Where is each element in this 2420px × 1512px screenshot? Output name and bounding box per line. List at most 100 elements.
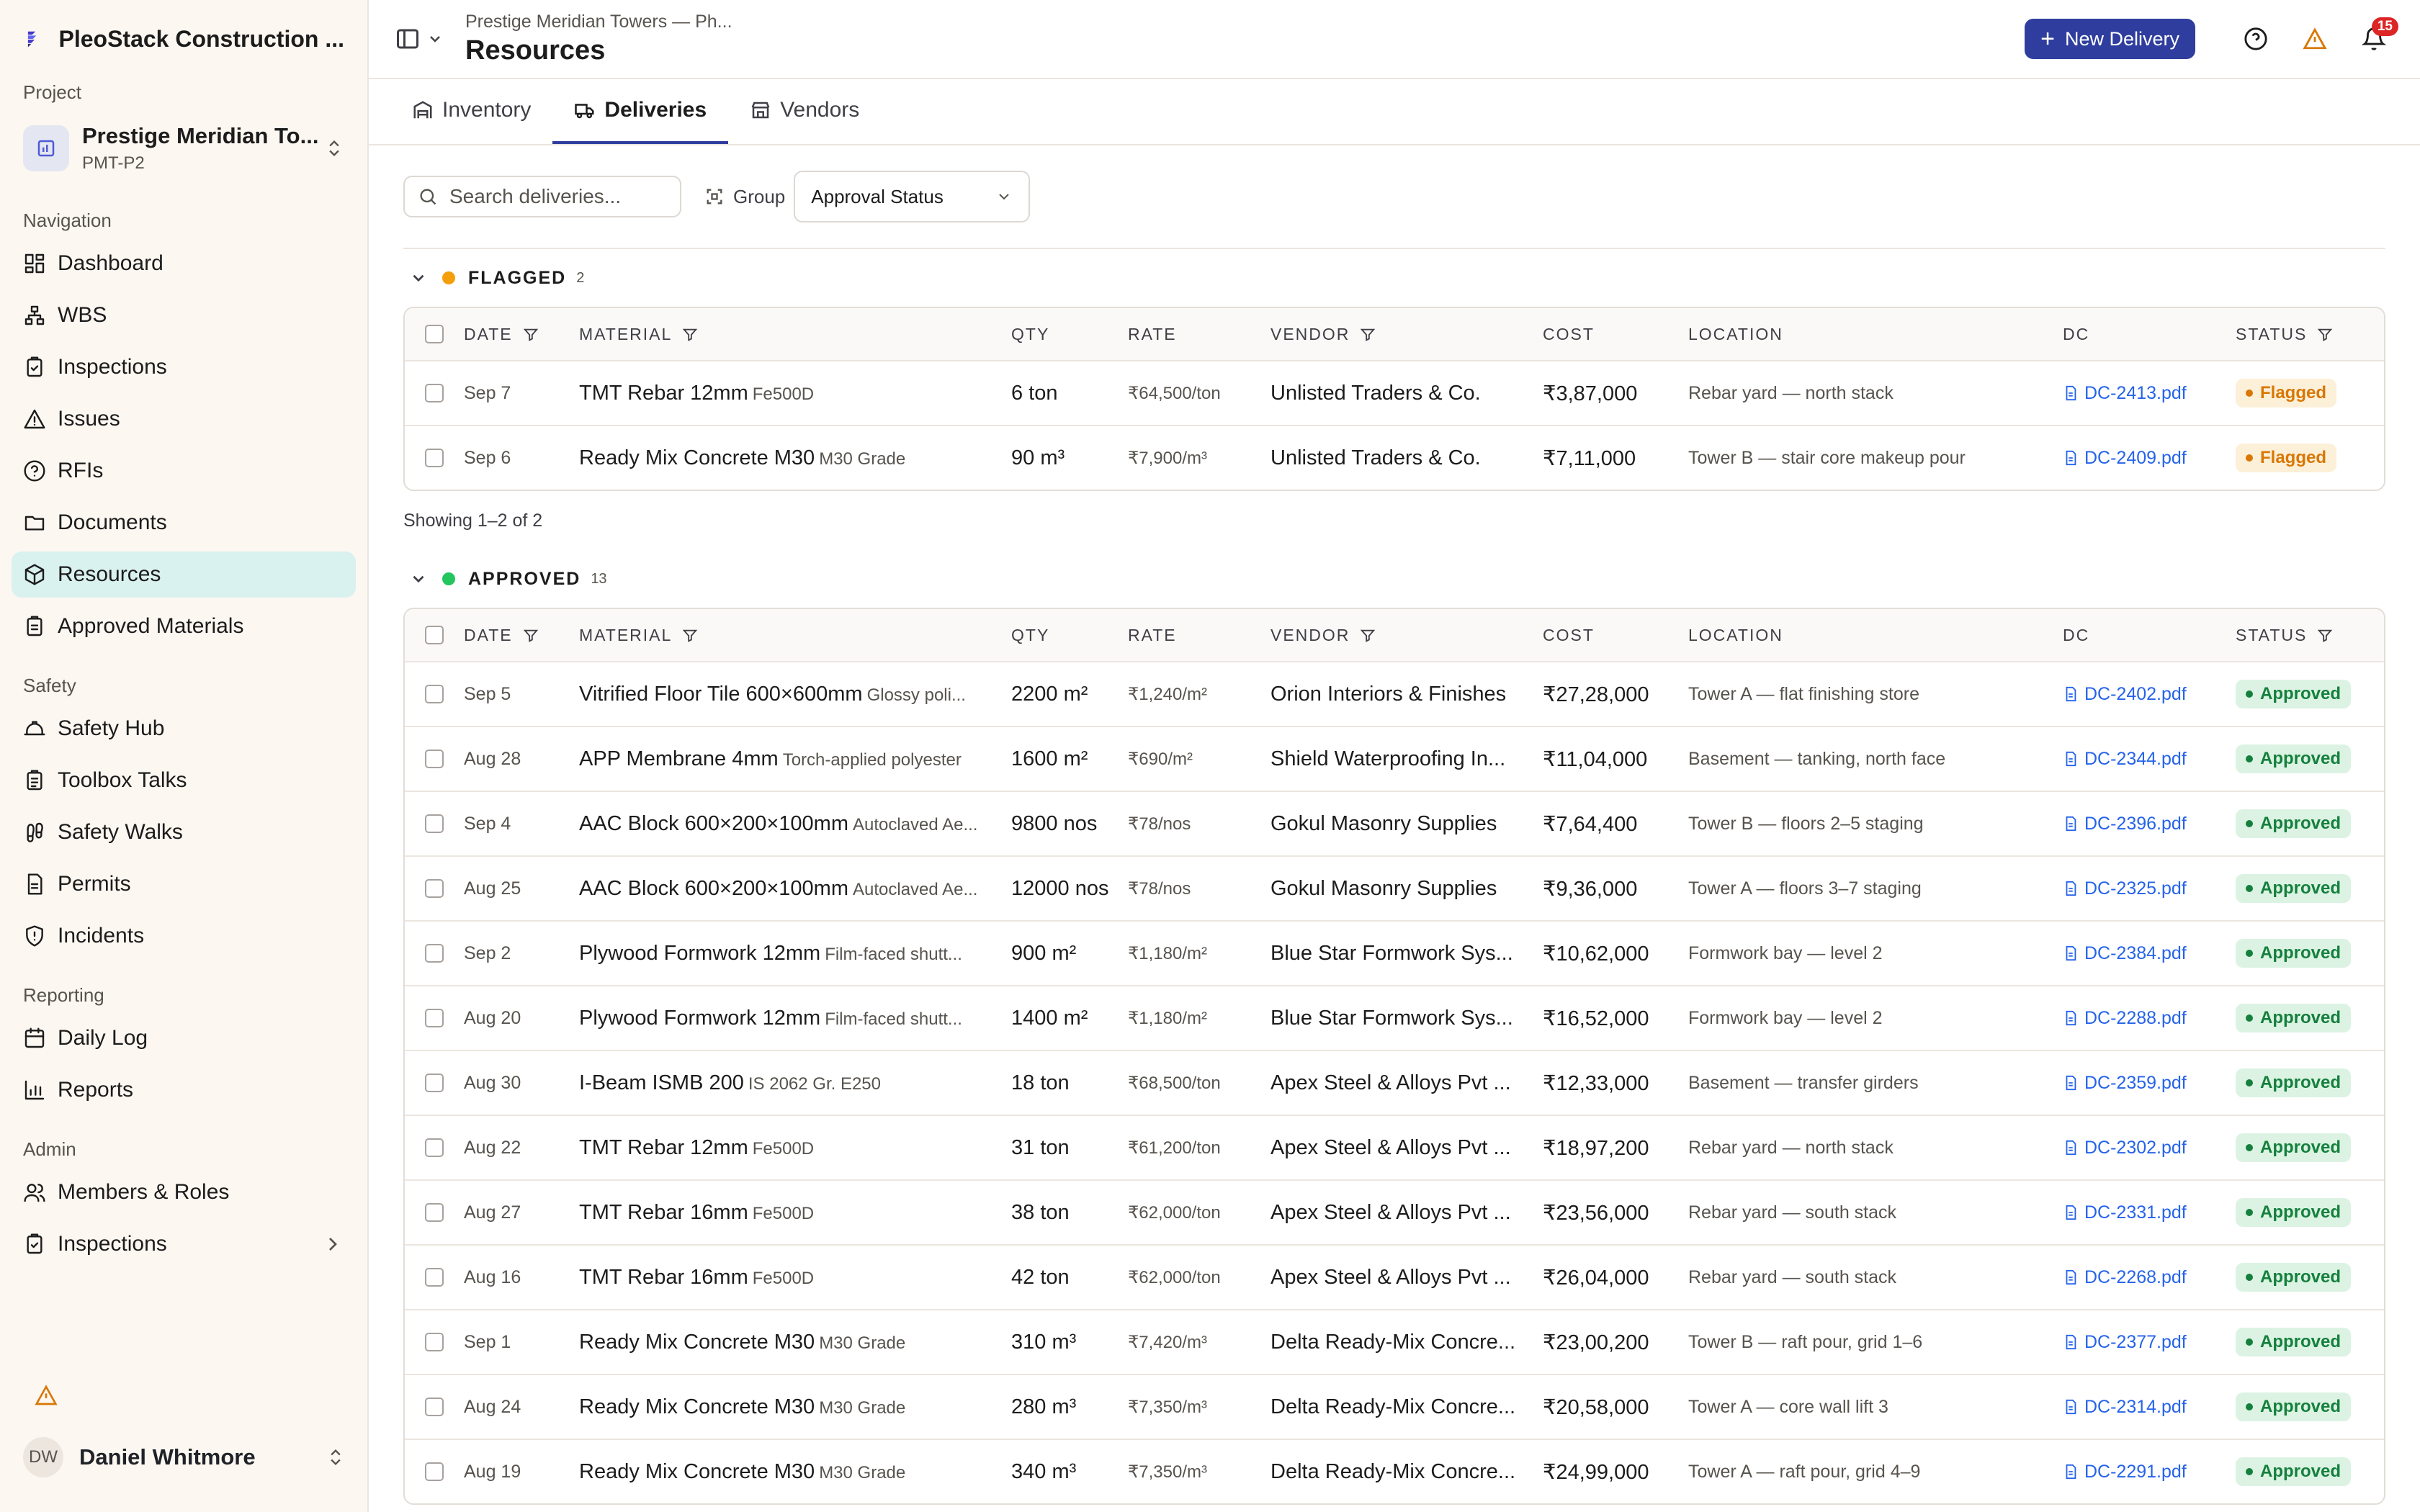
warnings-button[interactable] (2295, 19, 2335, 59)
row-checkbox[interactable] (425, 1203, 444, 1222)
sidebar-item-dashboard[interactable]: Dashboard (12, 240, 356, 287)
row-checkbox[interactable] (425, 384, 444, 402)
file-icon (2066, 686, 2076, 702)
select-all-checkbox[interactable] (425, 325, 444, 343)
filter-icon[interactable] (2317, 327, 2333, 343)
row-checkbox[interactable] (425, 449, 444, 467)
search-input[interactable]: Search deliveries... (403, 176, 681, 217)
sidebar-item-rfis[interactable]: RFIs (12, 448, 356, 494)
sidebar-item-members-roles[interactable]: Members & Roles (12, 1169, 356, 1215)
user-menu[interactable]: DW Daniel Whitmore (23, 1437, 346, 1477)
tab-vendors[interactable]: Vendors (728, 79, 881, 144)
table-row[interactable]: Aug 27 TMT Rebar 16mm Fe500D 38 ton ₹62,000/… (405, 1179, 2384, 1244)
row-checkbox[interactable] (425, 1009, 444, 1027)
sidebar-item-safety-walks[interactable]: Safety Walks (12, 809, 356, 855)
sidebar-item-approved-materials[interactable]: Approved Materials (12, 603, 356, 649)
table-row[interactable]: Sep 5 Vitrified Floor Tile 600×600mm Gloss… (405, 661, 2384, 726)
breadcrumb[interactable]: Prestige Meridian Towers — Ph... (465, 12, 732, 32)
sidebar-item-safety-hub[interactable]: Safety Hub (12, 706, 356, 752)
col-status[interactable]: STATUS (2236, 325, 2384, 344)
sidebar-item-reports[interactable]: Reports (12, 1067, 356, 1113)
dc-link[interactable]: DC-2291.pdf (2063, 1462, 2236, 1482)
sidebar-toggle-icon[interactable] (395, 26, 421, 52)
row-checkbox[interactable] (425, 879, 444, 898)
dc-link[interactable]: DC-2344.pdf (2063, 749, 2236, 770)
dc-link[interactable]: DC-2325.pdf (2063, 878, 2236, 899)
table-row[interactable]: Sep 6 Ready Mix Concrete M30 M30 Grade 90 m… (405, 425, 2384, 490)
sidebar-item-issues[interactable]: Issues (12, 396, 356, 442)
project-switcher[interactable]: Prestige Meridian To... PMT-P2 (23, 112, 344, 184)
help-button[interactable] (2236, 19, 2276, 59)
dc-link[interactable]: DC-2402.pdf (2063, 684, 2236, 705)
dc-link[interactable]: DC-2288.pdf (2063, 1008, 2236, 1029)
row-checkbox[interactable] (425, 1268, 444, 1287)
table-row[interactable]: Aug 28 APP Membrane 4mm Torch-applied poly… (405, 726, 2384, 791)
table-row[interactable]: Sep 2 Plywood Formwork 12mm Film-faced shu… (405, 920, 2384, 985)
sidebar-item-toolbox-talks[interactable]: Toolbox Talks (12, 757, 356, 804)
sidebar-item-permits[interactable]: Permits (12, 861, 356, 907)
dc-link[interactable]: DC-2377.pdf (2063, 1332, 2236, 1353)
dc-link[interactable]: DC-2384.pdf (2063, 943, 2236, 964)
table-row[interactable]: Sep 1 Ready Mix Concrete M30 M30 Grade 310 … (405, 1309, 2384, 1374)
dc-link[interactable]: DC-2396.pdf (2063, 814, 2236, 834)
sidebar-item-inspections[interactable]: Inspections (12, 1221, 356, 1267)
row-checkbox[interactable] (425, 1398, 444, 1416)
col-material[interactable]: MATERIAL (579, 626, 1011, 645)
row-checkbox[interactable] (425, 1333, 444, 1351)
new-delivery-button[interactable]: + New Delivery (2025, 19, 2195, 59)
filter-icon[interactable] (523, 327, 539, 343)
row-checkbox[interactable] (425, 1138, 444, 1157)
col-status[interactable]: STATUS (2236, 626, 2384, 645)
group-header[interactable]: FLAGGED 2 (403, 249, 2385, 307)
col-date[interactable]: DATE (464, 325, 579, 344)
sidebar-item-documents[interactable]: Documents (12, 500, 356, 546)
notifications-button[interactable]: 15 (2354, 17, 2398, 59)
warning-icon[interactable] (35, 1384, 58, 1407)
table-row[interactable]: Aug 22 TMT Rebar 12mm Fe500D 31 ton ₹61,200/… (405, 1115, 2384, 1179)
tab-inventory[interactable]: Inventory (390, 79, 552, 144)
cell-rate: ₹1,180/m² (1128, 1008, 1207, 1028)
row-checkbox[interactable] (425, 1462, 444, 1481)
table-row[interactable]: Aug 16 TMT Rebar 16mm Fe500D 42 ton ₹62,000/… (405, 1244, 2384, 1309)
col-vendor[interactable]: VENDOR (1270, 325, 1543, 344)
group-header[interactable]: APPROVED 13 (403, 550, 2385, 608)
dc-link[interactable]: DC-2359.pdf (2063, 1073, 2236, 1094)
tab-deliveries[interactable]: Deliveries (552, 79, 729, 144)
table-row[interactable]: Sep 7 TMT Rebar 12mm Fe500D 6 ton ₹64,500/to… (405, 360, 2384, 425)
dc-link[interactable]: DC-2302.pdf (2063, 1138, 2236, 1158)
sidebar-item-resources[interactable]: Resources (12, 552, 356, 598)
group-select[interactable]: Approval Status (794, 171, 1031, 222)
dc-link[interactable]: DC-2409.pdf (2063, 448, 2236, 469)
filter-icon[interactable] (1360, 327, 1376, 343)
col-vendor[interactable]: VENDOR (1270, 626, 1543, 645)
table-row[interactable]: Aug 25 AAC Block 600×200×100mm Autoclaved … (405, 855, 2384, 920)
sidebar-item-wbs[interactable]: WBS (12, 292, 356, 338)
filter-icon[interactable] (682, 327, 698, 343)
row-checkbox[interactable] (425, 814, 444, 833)
sidebar-item-daily-log[interactable]: Daily Log (12, 1015, 356, 1061)
dc-link[interactable]: DC-2413.pdf (2063, 383, 2236, 404)
table-row[interactable]: Aug 20 Plywood Formwork 12mm Film-faced sh… (405, 985, 2384, 1050)
chevron-down-icon[interactable] (426, 26, 444, 52)
row-checkbox[interactable] (425, 750, 444, 768)
table-row[interactable]: Aug 24 Ready Mix Concrete M30 M30 Grade 280… (405, 1374, 2384, 1439)
table-row[interactable]: Sep 4 AAC Block 600×200×100mm Autoclaved A… (405, 791, 2384, 855)
col-material[interactable]: MATERIAL (579, 325, 1011, 344)
brand[interactable]: PleoStack Construction ... (0, 0, 367, 78)
sidebar-item-incidents[interactable]: Incidents (12, 913, 356, 959)
select-all-checkbox[interactable] (425, 626, 444, 644)
dc-link[interactable]: DC-2268.pdf (2063, 1267, 2236, 1288)
dc-link[interactable]: DC-2314.pdf (2063, 1397, 2236, 1418)
filter-icon[interactable] (682, 628, 698, 644)
row-checkbox[interactable] (425, 685, 444, 703)
filter-icon[interactable] (2317, 628, 2333, 644)
row-checkbox[interactable] (425, 1074, 444, 1092)
filter-icon[interactable] (1360, 628, 1376, 644)
sidebar-item-inspections[interactable]: Inspections (12, 344, 356, 390)
col-date[interactable]: DATE (464, 626, 579, 645)
row-checkbox[interactable] (425, 944, 444, 963)
table-row[interactable]: Aug 19 Ready Mix Concrete M30 M30 Grade 340… (405, 1439, 2384, 1503)
dc-link[interactable]: DC-2331.pdf (2063, 1202, 2236, 1223)
filter-icon[interactable] (523, 628, 539, 644)
table-row[interactable]: Aug 30 I-Beam ISMB 200 IS 2062 Gr. E250 18 … (405, 1050, 2384, 1115)
